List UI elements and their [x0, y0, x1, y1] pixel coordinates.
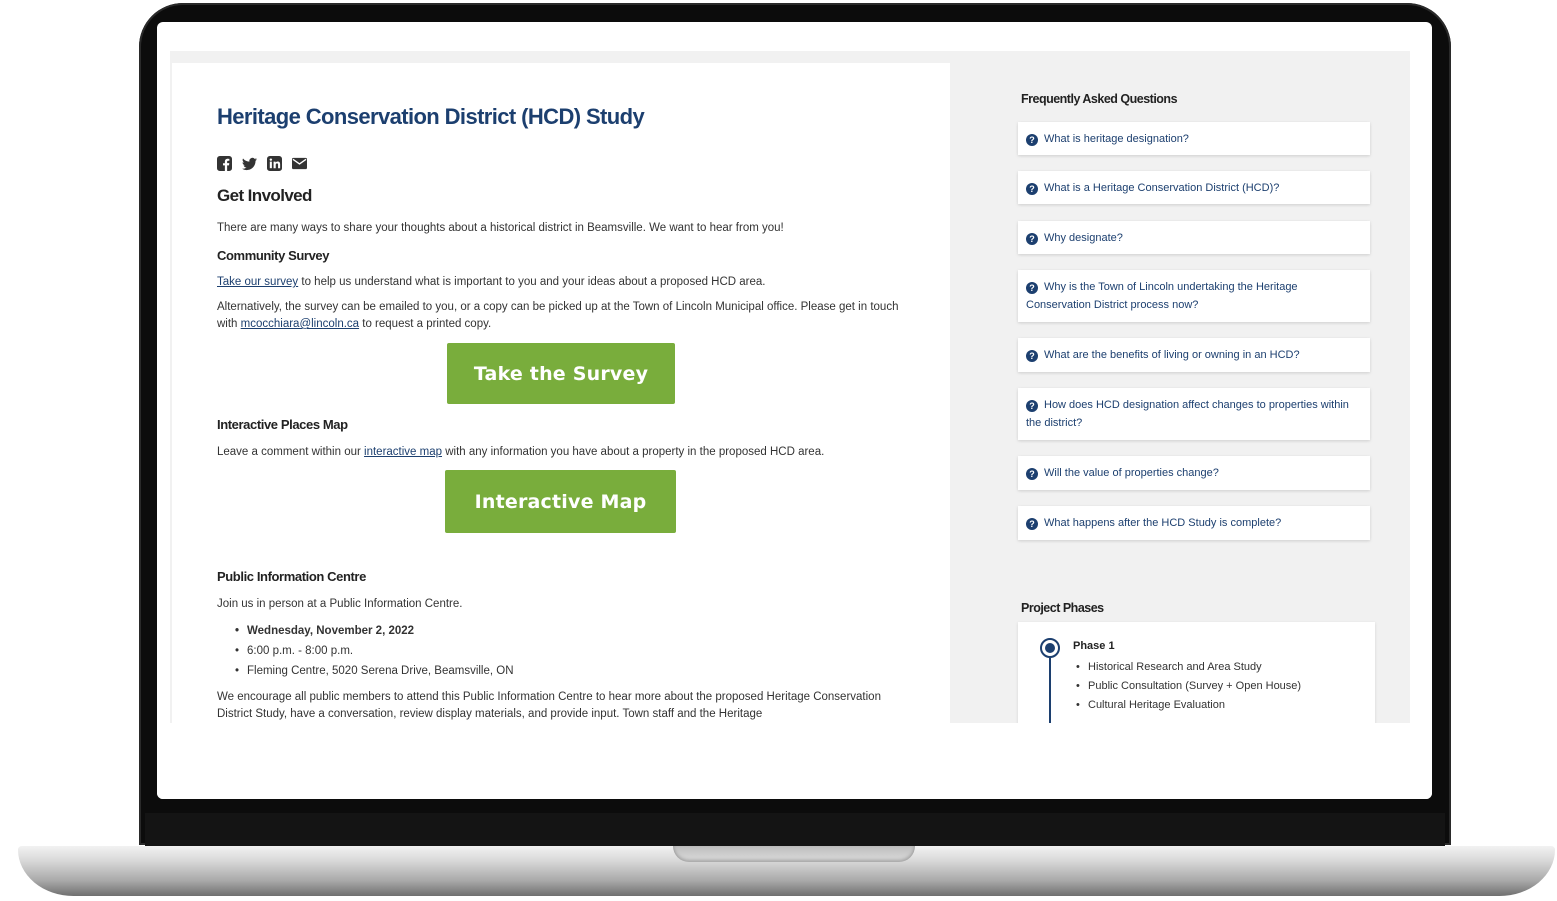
question-icon: ? [1026, 400, 1038, 412]
pic-intro: Join us in person at a Public Informatio… [217, 598, 463, 610]
get-involved-intro: There are many ways to share your though… [217, 222, 784, 234]
faq-question: What is heritage designation? [1044, 133, 1189, 145]
take-survey-button[interactable]: Take the Survey [447, 343, 675, 404]
page-title: Heritage Conservation District (HCD) Stu… [217, 104, 645, 129]
faq-question: Why is the Town of Lincoln undertaking t… [1026, 281, 1298, 311]
list-item: Public Consultation (Survey + Open House… [1076, 677, 1301, 696]
list-item: Historical Research and Area Study [1076, 658, 1301, 677]
map-text-a: Leave a comment within our [217, 446, 365, 458]
survey-text-rest: to help us understand what is important … [298, 276, 766, 288]
project-phases-heading: Project Phases [1021, 601, 1104, 615]
question-icon: ? [1026, 518, 1038, 530]
list-item: 6:00 p.m. - 8:00 p.m. [235, 641, 514, 661]
faq-item[interactable]: ? What happens after the HCD Study is com… [1018, 506, 1370, 540]
facebook-icon[interactable] [217, 156, 232, 171]
pic-body: We encourage all public members to atten… [217, 691, 881, 720]
phase-marker-icon [1040, 638, 1060, 658]
get-involved-heading: Get Involved [217, 186, 312, 205]
interactive-map-heading: Interactive Places Map [217, 417, 348, 432]
phase-timeline: Phase 1 Historical Research and Area Stu… [1018, 622, 1375, 738]
faq-item[interactable]: ? Why is the Town of Lincoln undertaking … [1018, 270, 1370, 322]
phase-items: Historical Research and Area Study Publi… [1076, 658, 1301, 715]
email-icon[interactable] [292, 156, 307, 171]
email-link[interactable]: mcocchiara@lincoln.ca [241, 318, 359, 330]
main-content: Heritage Conservation District (HCD) Stu… [172, 63, 950, 723]
pic-heading: Public Information Centre [217, 569, 366, 584]
phase-title: Phase 1 [1073, 640, 1115, 652]
share-bar [217, 156, 307, 171]
faq-item[interactable]: ? Will the value of properties change? [1018, 456, 1370, 490]
laptop-notch [673, 846, 915, 862]
faq-question: What is a Heritage Conservation District… [1044, 182, 1280, 194]
map-text: Leave a comment within our interactive m… [217, 444, 824, 461]
laptop-screen: Heritage Conservation District (HCD) Stu… [157, 22, 1432, 799]
faq-item[interactable]: ? How does HCD designation affect changes… [1018, 388, 1370, 440]
take-our-survey-link[interactable]: Take our survey [217, 276, 298, 288]
screen-bottom-area [157, 723, 1432, 799]
question-icon: ? [1026, 233, 1038, 245]
faq-item[interactable]: ? What is heritage designation? [1018, 122, 1370, 155]
list-item: Fleming Centre, 5020 Serena Drive, Beams… [235, 661, 514, 681]
survey-alt-text: Alternatively, the survey can be emailed… [217, 299, 907, 333]
faq-item[interactable]: ? Why designate? [1018, 221, 1370, 254]
question-icon: ? [1026, 468, 1038, 480]
linkedin-icon[interactable] [267, 156, 282, 171]
faq-question: What happens after the HCD Study is comp… [1044, 517, 1282, 529]
pic-details-list: Wednesday, November 2, 2022 6:00 p.m. - … [235, 621, 514, 681]
faq-heading: Frequently Asked Questions [1021, 92, 1178, 106]
list-item: Cultural Heritage Evaluation [1076, 696, 1301, 715]
question-icon: ? [1026, 134, 1038, 146]
community-survey-heading: Community Survey [217, 248, 330, 263]
faq-question: How does HCD designation affect changes … [1026, 399, 1349, 429]
interactive-map-link[interactable]: interactive map [364, 446, 442, 458]
question-icon: ? [1026, 282, 1038, 294]
faq-question: Will the value of properties change? [1044, 467, 1219, 479]
question-icon: ? [1026, 350, 1038, 362]
survey-text: Take our survey to help us understand wh… [217, 274, 766, 291]
map-text-b: with any information you have about a pr… [442, 446, 825, 458]
laptop-bezel [145, 813, 1445, 847]
faq-question: What are the benefits of living or ownin… [1044, 349, 1300, 361]
faq-item[interactable]: ? What is a Heritage Conservation Distric… [1018, 171, 1370, 204]
faq-question: Why designate? [1044, 232, 1123, 244]
question-icon: ? [1026, 183, 1038, 195]
faq-item[interactable]: ? What are the benefits of living or owni… [1018, 338, 1370, 372]
survey-alt-b: to request a printed copy. [359, 318, 492, 330]
interactive-map-button[interactable]: Interactive Map [445, 470, 676, 533]
twitter-icon[interactable] [242, 156, 257, 171]
list-item: Wednesday, November 2, 2022 [235, 621, 514, 641]
